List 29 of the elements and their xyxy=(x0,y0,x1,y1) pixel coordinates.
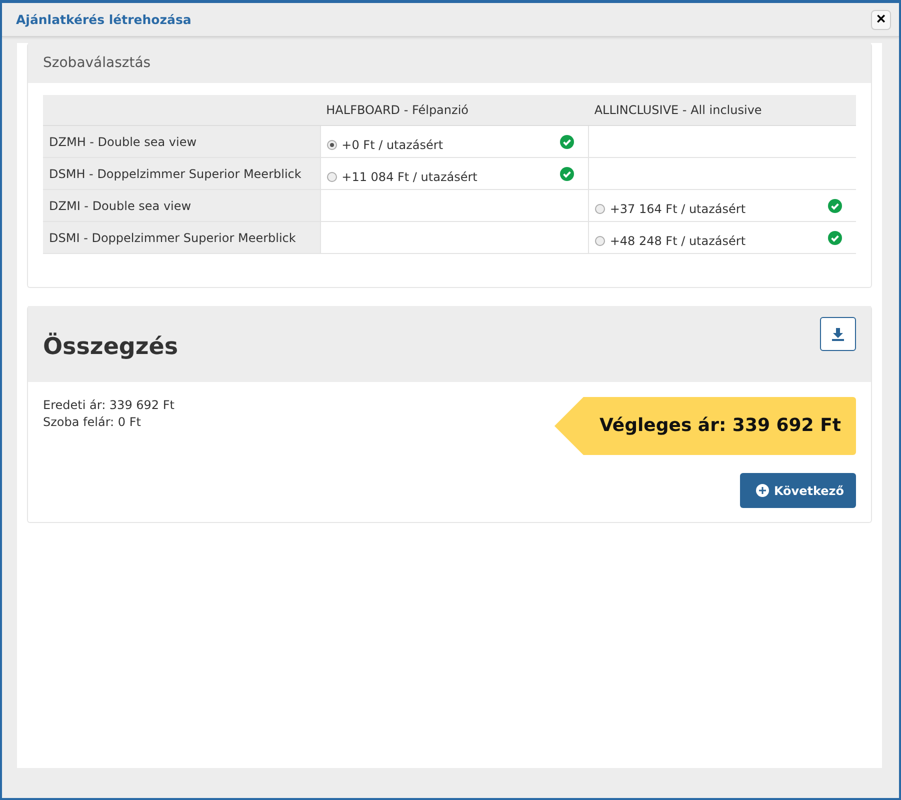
window-title: Ajánlatkérés létrehozása xyxy=(16,12,192,27)
plus-circle-icon xyxy=(756,484,769,497)
room-option[interactable]: +11 084 Ft / utazásért xyxy=(326,164,478,184)
room-option[interactable]: +37 164 Ft / utazásért xyxy=(594,196,746,216)
summary-line: Eredeti ár: 339 692 Ft xyxy=(43,397,174,414)
room-name-cell: DSMH - Doppelzimmer Superior Meerblick xyxy=(43,158,320,190)
check-circle-icon xyxy=(828,198,842,212)
section-title: Szobaválasztás xyxy=(43,55,151,71)
check-circle-icon xyxy=(828,230,842,244)
close-button[interactable]: × xyxy=(871,10,891,30)
radio-button[interactable] xyxy=(594,204,605,214)
check-circle-icon xyxy=(560,134,574,148)
section-title: Összegzés xyxy=(43,334,178,360)
room-option[interactable]: +0 Ft / utazásért xyxy=(326,132,444,152)
column-header: HALFBOARD - Félpanzió xyxy=(326,103,468,117)
check-circle-icon xyxy=(560,166,574,180)
room-name-cell: DZMH - Double sea view xyxy=(43,126,320,158)
final-price-tag: Végleges ár: 339 692 Ft xyxy=(554,397,856,455)
radio-button[interactable] xyxy=(326,140,337,150)
next-button[interactable]: Következő xyxy=(740,473,856,508)
room-name-cell: DSMI - Doppelzimmer Superior Meerblick xyxy=(43,222,320,254)
room-name-cell: DZMI - Double sea view xyxy=(43,190,320,222)
radio-button[interactable] xyxy=(326,172,337,182)
room-option[interactable]: +48 248 Ft / utazásért xyxy=(594,228,746,248)
column-header: ALLINCLUSIVE - All inclusive xyxy=(594,103,762,117)
radio-button[interactable] xyxy=(594,236,605,246)
download-icon xyxy=(831,327,845,341)
summary-line: Szoba felár: 0 Ft xyxy=(43,414,142,431)
download-button[interactable] xyxy=(820,317,856,351)
